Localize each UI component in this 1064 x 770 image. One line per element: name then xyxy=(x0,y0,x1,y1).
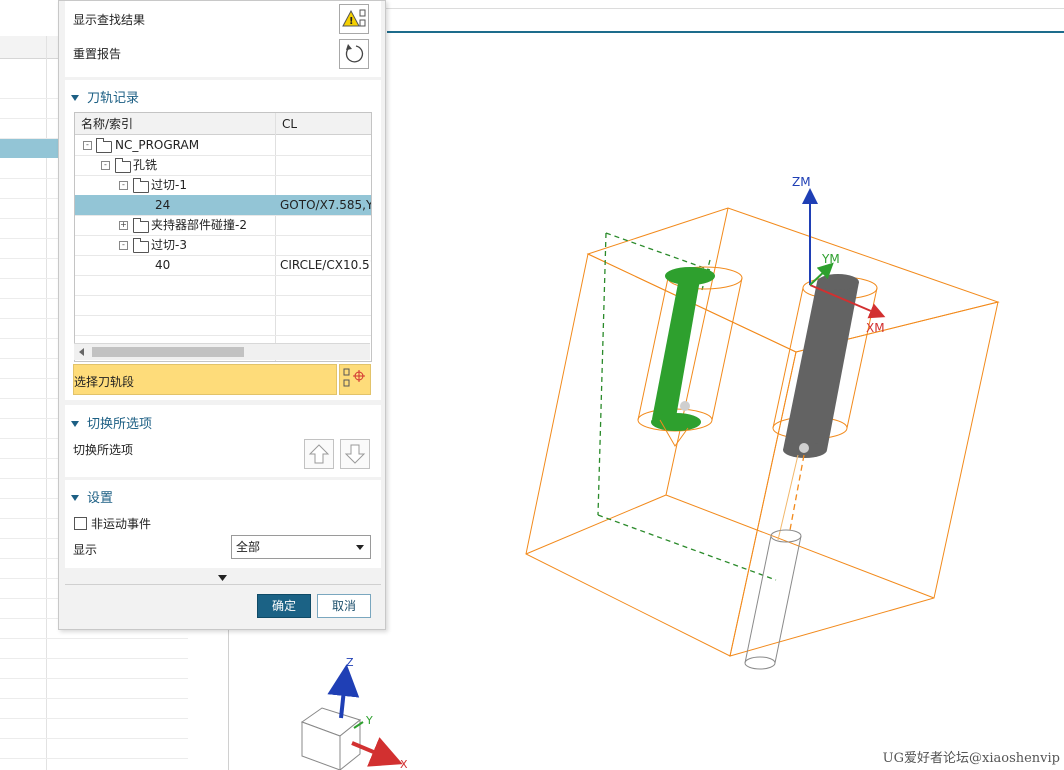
toolpath-line xyxy=(789,454,805,531)
select-segment-field[interactable]: 选择刀轨段 xyxy=(73,364,337,395)
select-segment-label: 选择刀轨段 xyxy=(74,375,135,389)
scrollbar-thumb[interactable] xyxy=(92,347,244,357)
display-select-value: 全部 xyxy=(236,540,261,554)
folder-icon xyxy=(133,238,149,253)
tree-node-label: 孔铣 xyxy=(133,158,158,172)
table-row[interactable] xyxy=(0,698,188,719)
collapse-icon[interactable]: - xyxy=(119,241,128,250)
collapse-arrow-icon xyxy=(71,420,79,427)
display-select[interactable]: 全部 xyxy=(231,535,371,559)
tree-node-label: 过切-1 xyxy=(151,178,187,192)
expand-more-icon[interactable] xyxy=(218,574,228,582)
ok-button[interactable]: 确定 xyxy=(257,594,311,618)
svg-text:!: ! xyxy=(349,16,354,27)
tree-row[interactable]: - 孔铣 xyxy=(75,155,371,176)
tree-node-label: 40 xyxy=(155,258,171,272)
cl-cell: CIRCLE/CX10.51 xyxy=(280,258,372,272)
expand-icon[interactable]: + xyxy=(119,221,128,230)
view-triad[interactable] xyxy=(300,664,403,770)
xm-axis-label: XM xyxy=(866,321,885,335)
collapse-icon[interactable]: - xyxy=(101,161,110,170)
table-row[interactable] xyxy=(0,738,188,759)
cancel-button[interactable]: 取消 xyxy=(317,594,371,618)
table-row[interactable] xyxy=(0,718,188,739)
check-tool-path-dialog: 显示查找结果 ! 重置报告 刀轨记录 名称/索引 CL - NC_PROGRAM… xyxy=(58,0,386,630)
tree-row[interactable]: + 夹持器部件碰撞-2 xyxy=(75,215,371,236)
column-header-cl[interactable]: CL xyxy=(276,113,371,135)
tree-row[interactable] xyxy=(75,295,371,316)
toolpath-guide xyxy=(777,454,799,541)
switch-section-header[interactable]: 切换所选项 xyxy=(71,413,152,432)
collapse-icon[interactable]: - xyxy=(119,181,128,190)
tree-node-label: 24 xyxy=(155,198,171,212)
non-motion-label: 非运动事件 xyxy=(91,517,152,531)
show-results-label: 显示查找结果 xyxy=(73,13,146,27)
select-segment-button[interactable] xyxy=(339,364,371,395)
reset-report-label: 重置报告 xyxy=(73,47,122,61)
scroll-left-icon[interactable] xyxy=(78,348,86,356)
show-results-button[interactable]: ! xyxy=(339,4,369,34)
toolpath-section-header[interactable]: 刀轨记录 xyxy=(71,87,139,106)
non-motion-checkbox[interactable] xyxy=(74,517,87,530)
triad-x-label: X xyxy=(400,758,408,770)
folder-icon xyxy=(133,218,149,233)
more-options-bar[interactable] xyxy=(65,570,381,585)
horizontal-scrollbar[interactable] xyxy=(74,343,370,360)
zm-axis-label: ZM xyxy=(792,175,811,189)
tree-node-label: 夹持器部件碰撞-2 xyxy=(151,218,247,232)
arrow-up-icon xyxy=(308,444,330,464)
collapse-arrow-icon xyxy=(71,94,79,101)
triad-z-label: Z xyxy=(346,656,354,669)
chevron-down-icon xyxy=(356,545,364,550)
collapse-arrow-icon xyxy=(71,494,79,501)
toolpath-section-title: 刀轨记录 xyxy=(87,91,140,106)
folder-icon xyxy=(133,178,149,193)
tree-node-label: NC_PROGRAM xyxy=(115,138,200,152)
workpiece-wireframe xyxy=(525,207,1000,657)
settings-section-header[interactable]: 设置 xyxy=(71,487,113,506)
toolpath-tree[interactable]: 名称/索引 CL - NC_PROGRAM - 孔铣 - 过切-1 24 GOT… xyxy=(74,112,372,362)
tree-row[interactable]: 40 CIRCLE/CX10.51 xyxy=(75,255,371,276)
tree-row[interactable]: - NC_PROGRAM xyxy=(75,135,371,156)
watermark: UG爱好者论坛@xiaoshenvip xyxy=(882,751,1060,766)
tree-node-label: 过切-3 xyxy=(151,238,187,252)
ym-axis-label: YM xyxy=(821,252,840,266)
folder-icon xyxy=(115,158,131,173)
tree-row-selected[interactable]: 24 GOTO/X7.585,Y xyxy=(75,195,371,216)
triad-y-label: Y xyxy=(365,714,373,727)
column-header-name[interactable]: 名称/索引 xyxy=(75,113,276,135)
tree-row[interactable]: - 过切-3 xyxy=(75,235,371,256)
table-row[interactable] xyxy=(0,638,188,659)
reset-report-button[interactable] xyxy=(339,39,369,69)
settings-section-title: 设置 xyxy=(87,491,114,506)
warning-list-icon: ! xyxy=(342,9,366,27)
green-tool[interactable] xyxy=(651,267,715,431)
previous-button[interactable] xyxy=(304,439,334,469)
table-row[interactable] xyxy=(0,658,188,679)
tree-row[interactable]: - 过切-1 xyxy=(75,175,371,196)
ghost-tool xyxy=(744,529,802,670)
collapse-icon[interactable]: - xyxy=(83,141,92,150)
results-panel: 显示查找结果 ! 重置报告 xyxy=(65,1,381,77)
table-row[interactable] xyxy=(0,678,188,699)
arrow-down-icon xyxy=(344,444,366,464)
display-label: 显示 xyxy=(73,543,98,557)
tree-row[interactable] xyxy=(75,275,371,296)
switch-section-title: 切换所选项 xyxy=(87,417,153,432)
cl-cell: GOTO/X7.585,Y xyxy=(280,198,372,212)
folder-icon xyxy=(96,138,112,153)
next-button[interactable] xyxy=(340,439,370,469)
switch-label: 切换所选项 xyxy=(73,443,134,457)
reset-icon xyxy=(345,44,364,63)
tree-row[interactable] xyxy=(75,315,371,336)
segment-target-icon xyxy=(343,368,365,387)
